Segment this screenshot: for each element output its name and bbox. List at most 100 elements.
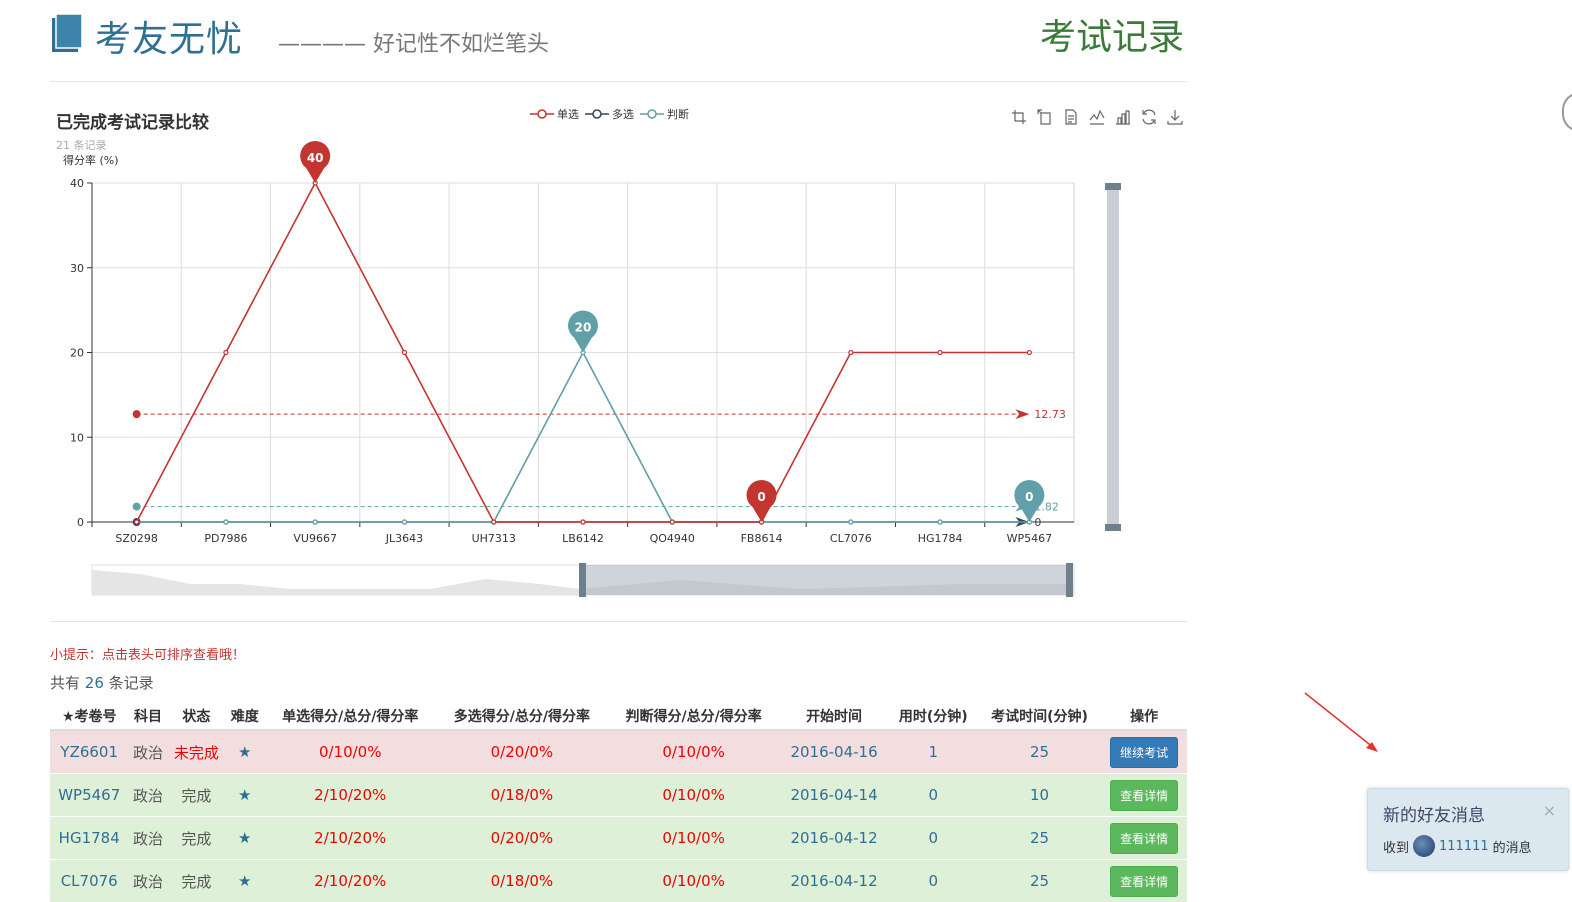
cell-judge-score: 0/10/0%: [608, 774, 780, 817]
average-arrow: [1015, 409, 1029, 419]
friend-message-notification[interactable]: 新的好友消息 × 收到 111111 的消息: [1367, 788, 1569, 871]
site-logo-text[interactable]: 考友无忧: [95, 16, 243, 64]
x-tick-label: JL3643: [385, 532, 423, 545]
avatar: [1413, 835, 1435, 857]
data-point: [1027, 351, 1031, 355]
notification-user[interactable]: 111111: [1439, 839, 1489, 854]
sort-tip: 小提示：点击表头可排序查看哦！: [50, 644, 245, 663]
vertical-zoom-handle-top[interactable]: [1105, 183, 1121, 190]
mark-point-pin: 0: [1014, 480, 1044, 522]
average-start-dot: [133, 410, 141, 418]
data-point: [402, 351, 406, 355]
col-start-time[interactable]: 开始时间: [779, 702, 888, 730]
mark-point-shape: [1014, 480, 1044, 522]
cell-subject: 政治: [128, 774, 167, 817]
chart-title: 已完成考试记录比较: [56, 108, 209, 133]
cell-action: 继续考试: [1101, 730, 1187, 774]
legend-item-single[interactable]: 单选: [530, 106, 579, 122]
cell-action: 查看详情: [1101, 774, 1187, 817]
y-tick-label: 20: [70, 347, 84, 360]
data-point: [135, 520, 139, 524]
cell-status: 完成: [168, 817, 226, 860]
cell-paper-id: WP5467: [50, 774, 128, 817]
average-label: 1.82: [1034, 501, 1059, 514]
col-subject[interactable]: 科目: [128, 702, 167, 730]
x-tick-label: LB6142: [562, 532, 604, 545]
x-tick-label: PD7986: [204, 532, 247, 545]
view-details-button[interactable]: 查看详情: [1110, 823, 1178, 854]
data-point: [492, 520, 496, 524]
zoom-reset-icon[interactable]: [1036, 108, 1053, 125]
data-point: [938, 520, 942, 524]
data-point: [760, 520, 764, 524]
data-point: [760, 520, 764, 524]
data-point: [581, 520, 585, 524]
col-paper-id[interactable]: ★考卷号: [50, 702, 128, 730]
data-point: [135, 520, 139, 524]
data-point: [1027, 520, 1031, 524]
mark-point-pin: 40: [300, 141, 330, 183]
legend-item-judge[interactable]: 判断: [640, 106, 689, 122]
data-point: [581, 520, 585, 524]
mark-point-pin: 20: [568, 311, 598, 353]
view-details-button[interactable]: 查看详情: [1110, 866, 1178, 897]
data-point: [224, 520, 228, 524]
restore-icon[interactable]: [1140, 108, 1157, 125]
horizontal-data-zoom[interactable]: [92, 563, 1074, 597]
data-view-icon[interactable]: [1062, 108, 1079, 125]
legend-item-multi[interactable]: 多选: [585, 106, 634, 122]
continue-exam-button[interactable]: 继续考试: [1110, 737, 1178, 768]
col-single-score[interactable]: 单选得分/总分/得分率: [264, 702, 436, 730]
cell-paper-id: CL7076: [50, 860, 128, 902]
legend-label-single: 单选: [557, 106, 579, 122]
x-tick-label: QO4940: [650, 532, 695, 545]
side-widget-edge[interactable]: [1562, 92, 1572, 132]
data-point: [313, 520, 317, 524]
average-start-dot: [133, 518, 141, 526]
vertical-zoom-slider[interactable]: [1107, 183, 1119, 531]
cell-time-used: 0: [889, 774, 978, 817]
data-point: [760, 520, 764, 524]
data-point: [492, 520, 496, 524]
col-multi-score[interactable]: 多选得分/总分/得分率: [436, 702, 608, 730]
y-tick-label: 0: [77, 516, 84, 529]
vertical-zoom-handle-bottom[interactable]: [1105, 524, 1121, 531]
col-difficulty[interactable]: 难度: [225, 702, 264, 730]
cell-time-used: 0: [889, 817, 978, 860]
chart-legend: 单选 多选 判断: [530, 106, 689, 122]
x-tick-label: FB8614: [741, 532, 783, 545]
save-image-icon[interactable]: [1166, 108, 1183, 125]
table-row: CL7076 政治 完成 ★ 2/10/20% 0/18/0% 0/10/0% …: [50, 860, 1187, 902]
cell-single-score: 2/10/20%: [264, 774, 436, 817]
col-exam-duration[interactable]: 考试时间(分钟): [978, 702, 1101, 730]
table-row: HG1784 政治 完成 ★ 2/10/20% 0/20/0% 0/10/0% …: [50, 817, 1187, 860]
average-label: 12.73: [1034, 408, 1066, 421]
cell-start-time: 2016-04-14: [779, 774, 888, 817]
mark-point-shape: [747, 480, 777, 522]
cell-subject: 政治: [128, 730, 167, 774]
col-time-used[interactable]: 用时(分钟): [889, 702, 978, 730]
series-line: [137, 353, 1030, 523]
col-judge-score[interactable]: 判断得分/总分/得分率: [608, 702, 780, 730]
cell-difficulty: ★: [225, 817, 264, 860]
area-zoom-icon[interactable]: [1010, 108, 1027, 125]
table-header-row: ★考卷号 科目 状态 难度 单选得分/总分/得分率 多选得分/总分/得分率 判断…: [50, 702, 1187, 730]
cell-subject: 政治: [128, 860, 167, 902]
data-point: [670, 520, 674, 524]
page-title: 考试记录: [1040, 14, 1184, 62]
series-line: [137, 183, 1030, 522]
cell-difficulty: ★: [225, 774, 264, 817]
view-details-button[interactable]: 查看详情: [1110, 780, 1178, 811]
bar-chart-icon[interactable]: [1114, 108, 1131, 125]
close-icon[interactable]: ×: [1543, 801, 1556, 820]
col-status[interactable]: 状态: [168, 702, 226, 730]
cell-exam-duration: 25: [978, 860, 1101, 902]
y-axis-label: 得分率 (%): [63, 153, 119, 167]
x-tick-label: HG1784: [918, 532, 963, 545]
data-point: [402, 520, 406, 524]
data-point: [492, 520, 496, 524]
cell-difficulty: ★: [225, 860, 264, 902]
cell-judge-score: 0/10/0%: [608, 860, 780, 902]
data-point: [581, 351, 585, 355]
line-chart-icon[interactable]: [1088, 108, 1105, 125]
